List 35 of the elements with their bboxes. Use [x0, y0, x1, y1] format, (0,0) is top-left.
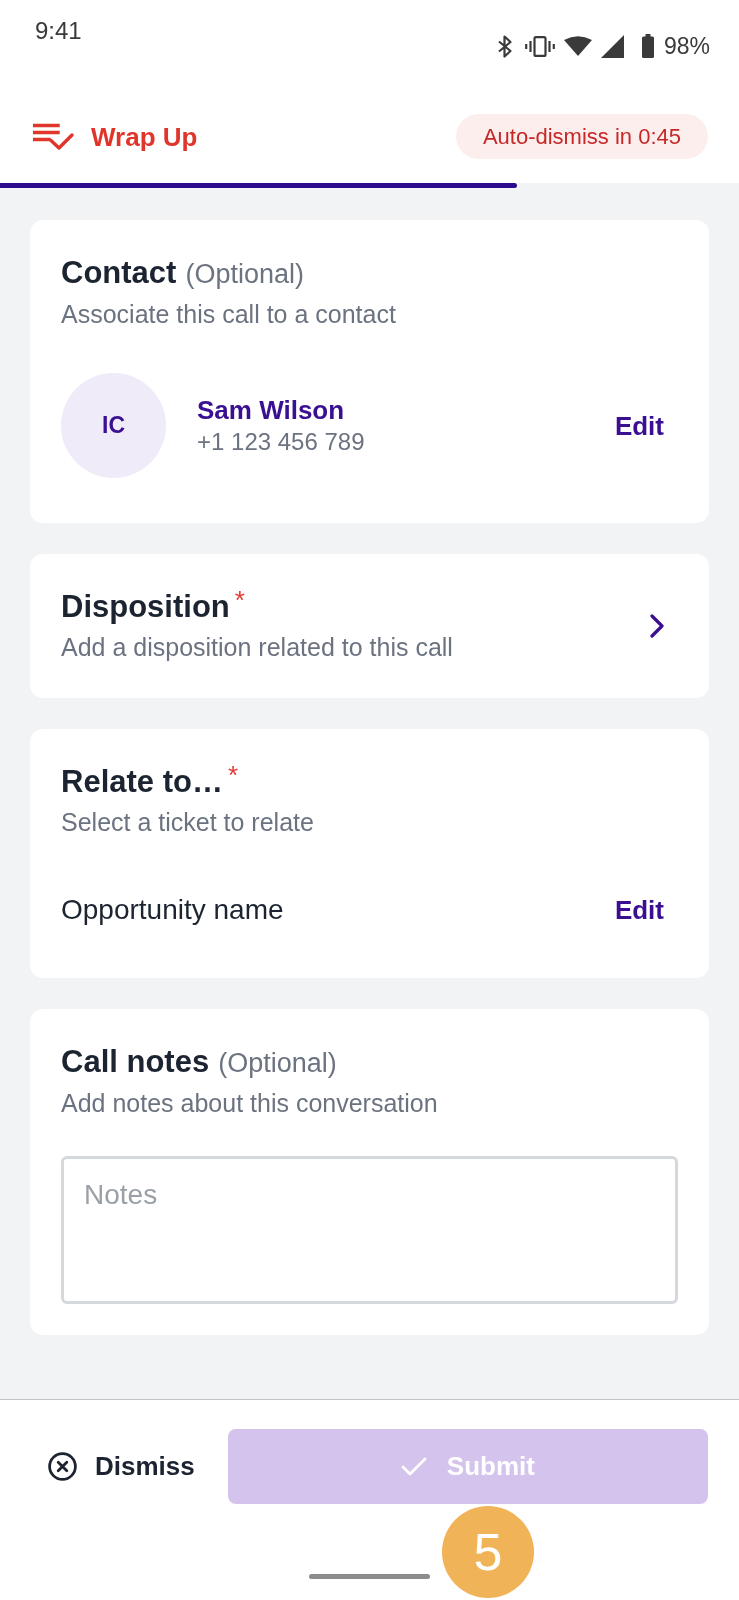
battery-icon — [641, 34, 654, 58]
wifi-icon — [563, 36, 592, 56]
notes-field[interactable]: Notes — [61, 1156, 678, 1304]
section-title: Relate to… — [61, 764, 223, 800]
contact-avatar: IC — [61, 373, 166, 478]
section-subtitle: Add notes about this conversation — [61, 1088, 439, 1118]
required-asterisk: * — [227, 764, 239, 786]
section-title: Call notes — [61, 1044, 210, 1080]
bluetooth-icon — [495, 34, 514, 58]
checklist-icon — [33, 122, 74, 151]
vibrate-icon — [524, 35, 555, 57]
section-subtitle: Select a ticket to relate — [61, 807, 315, 837]
step-number-badge: 5 — [442, 1506, 534, 1598]
section-title: Disposition — [61, 589, 230, 625]
section-subtitle: Add a disposition related to this call — [61, 632, 453, 662]
chevron-right-icon[interactable] — [650, 613, 664, 638]
edit-button[interactable]: Edit — [614, 895, 664, 925]
related-item-name: Opportunity name — [61, 894, 284, 926]
check-icon — [400, 1457, 427, 1476]
contact-phone: +1 123 456 789 — [197, 426, 365, 457]
page-title: Wrap Up — [91, 121, 198, 152]
section-title: Contact — [61, 255, 177, 291]
edit-button[interactable]: Edit — [614, 410, 664, 441]
auto-dismiss-badge: Auto-dismiss in 0:45 — [455, 114, 708, 159]
battery-percentage: 98% — [663, 33, 710, 59]
required-asterisk: * — [234, 589, 245, 611]
optional-label: (Optional) — [185, 258, 304, 291]
disposition-card[interactable]: Disposition * Add a disposition related to this call — [30, 554, 709, 698]
close-icon — [48, 1452, 77, 1481]
contact-name: Sam Wilson — [197, 393, 346, 426]
optional-label: (Optional) — [218, 1047, 337, 1080]
signal-icon — [600, 34, 624, 58]
dismiss-button[interactable]: Dismiss — [48, 1451, 195, 1482]
status-time: 9:41 — [35, 18, 82, 44]
section-subtitle: Associate this call to a contact — [61, 299, 397, 329]
